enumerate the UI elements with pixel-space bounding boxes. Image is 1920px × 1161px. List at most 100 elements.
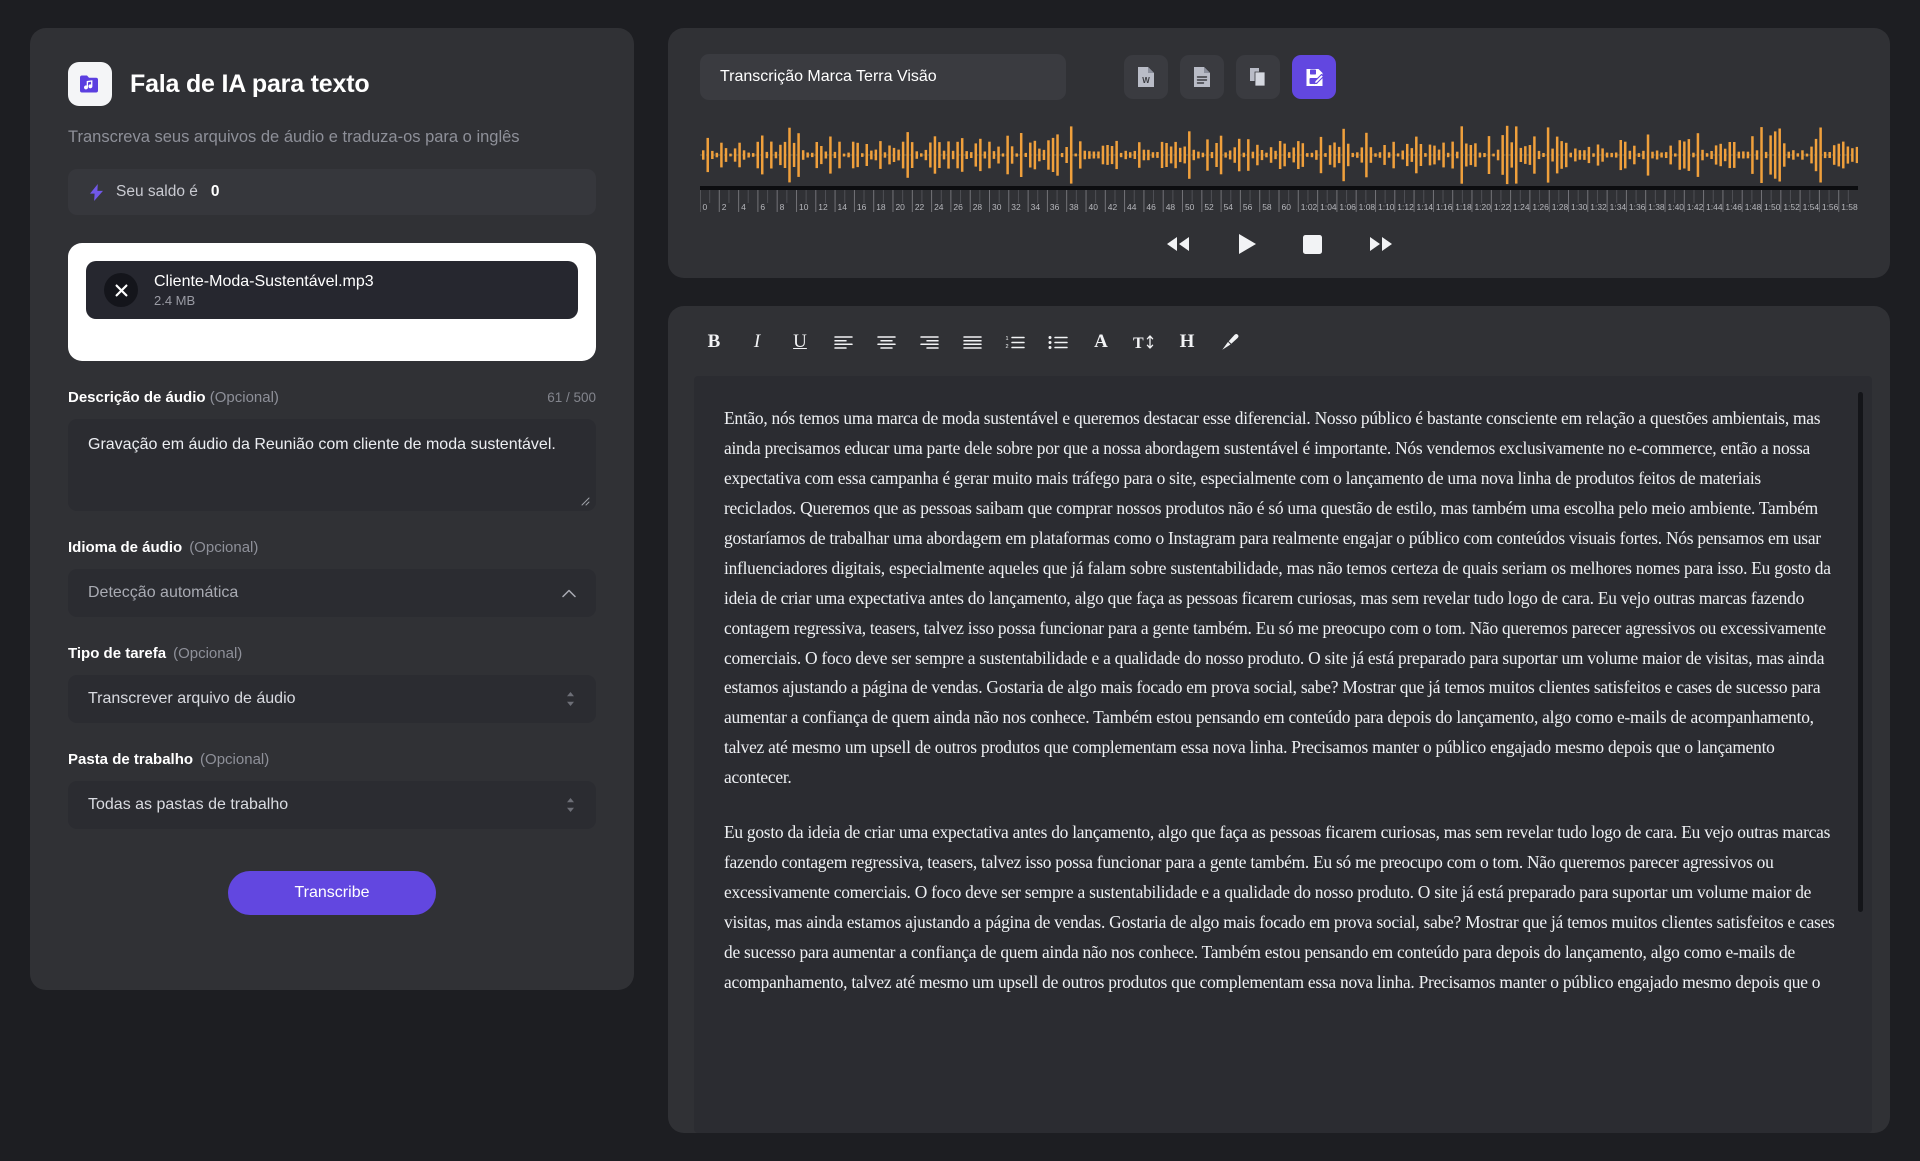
scrollbar-thumb[interactable] — [1858, 392, 1863, 912]
ordered-list-button[interactable]: 1 2 — [997, 326, 1033, 358]
bold-button[interactable]: B — [696, 326, 732, 358]
workspace-select[interactable]: Todas as pastas de trabalho — [68, 781, 596, 829]
play-icon — [1238, 234, 1256, 254]
underline-button[interactable]: U — [782, 326, 818, 358]
svg-text:1:50: 1:50 — [1764, 202, 1781, 212]
fast-forward-icon — [1369, 237, 1392, 251]
chevron-up-icon — [562, 589, 576, 597]
align-justify-button[interactable] — [954, 326, 990, 358]
brand-header: Fala de IA para texto — [68, 62, 596, 106]
audio-player-panel: Transcrição Marca Terra Visão W 0 2 4 6 … — [668, 28, 1890, 278]
svg-text:1:54: 1:54 — [1803, 202, 1820, 212]
transcript-paragraph: Então, nós temos uma marca de moda suste… — [724, 408, 1831, 788]
audio-waveform[interactable] — [700, 124, 1858, 186]
svg-text:36: 36 — [1050, 202, 1060, 212]
transcript-scrollbar[interactable] — [1858, 376, 1863, 1133]
svg-text:1:08: 1:08 — [1359, 202, 1376, 212]
description-input[interactable]: Gravação em áudio da Reunião com cliente… — [68, 419, 596, 511]
svg-text:8: 8 — [780, 202, 785, 212]
transcript-editor-panel: B I U 1 2 A T H Então, nós temos uma mar… — [668, 306, 1890, 1133]
task-label: Tipo de tarefa — [68, 645, 167, 662]
workspace-label: Pasta de trabalho — [68, 751, 194, 768]
svg-text:1:52: 1:52 — [1783, 202, 1800, 212]
export-doc-button[interactable] — [1180, 55, 1224, 99]
forward-button[interactable] — [1367, 234, 1395, 254]
svg-text:1:06: 1:06 — [1339, 202, 1356, 212]
italic-button[interactable]: I — [739, 326, 775, 358]
font-size-icon: T — [1133, 335, 1154, 351]
page-title: Fala de IA para texto — [130, 69, 370, 98]
remove-file-button[interactable] — [104, 273, 138, 307]
transcribe-button[interactable]: Transcribe — [228, 871, 436, 915]
save-edit-button[interactable] — [1292, 55, 1336, 99]
align-right-icon — [919, 335, 939, 349]
balance-value: 0 — [210, 183, 220, 200]
description-value: Gravação em áudio da Reunião com cliente… — [88, 436, 556, 453]
svg-text:1:42: 1:42 — [1687, 202, 1704, 212]
workspace-value: Todas as pastas de trabalho — [88, 796, 289, 813]
svg-text:1:04: 1:04 — [1320, 202, 1337, 212]
svg-text:46: 46 — [1146, 202, 1156, 212]
svg-text:50: 50 — [1185, 202, 1195, 212]
svg-text:24: 24 — [934, 202, 944, 212]
svg-text:28: 28 — [973, 202, 983, 212]
svg-text:44: 44 — [1127, 202, 1137, 212]
align-center-button[interactable] — [868, 326, 904, 358]
export-word-button[interactable]: W — [1124, 55, 1168, 99]
text-color-button[interactable]: A — [1083, 326, 1119, 358]
svg-text:4: 4 — [741, 202, 746, 212]
task-label-row: Tipo de tarefa (Opcional) — [68, 645, 596, 662]
transcript-document[interactable]: Então, nós temos uma marca de moda suste… — [694, 376, 1872, 1133]
timeline-ruler[interactable]: 0 2 4 6 8 10 12 14 16 18 20 22 24 26 28 30 32 34 36 38 40 42 4… — [700, 186, 1858, 212]
export-actions: W — [1124, 55, 1336, 99]
svg-text:1:56: 1:56 — [1822, 202, 1839, 212]
align-left-button[interactable] — [825, 326, 861, 358]
svg-text:6: 6 — [760, 202, 765, 212]
heading-button[interactable]: H — [1169, 326, 1205, 358]
language-select[interactable]: Detecção automática — [68, 569, 596, 617]
stop-button[interactable] — [1302, 234, 1323, 255]
svg-text:22: 22 — [915, 202, 925, 212]
workspace-label-row: Pasta de trabalho (Opcional) — [68, 751, 596, 768]
play-button[interactable] — [1236, 232, 1258, 256]
task-select[interactable]: Transcrever arquivo de áudio — [68, 675, 596, 723]
resize-grip-icon[interactable] — [579, 495, 590, 506]
description-label: Descrição de áudio — [68, 389, 206, 406]
language-value: Detecção automática — [88, 584, 239, 601]
description-optional-tag: (Opcional) — [209, 389, 279, 406]
svg-text:1:16: 1:16 — [1436, 202, 1453, 212]
svg-text:1:48: 1:48 — [1745, 202, 1762, 212]
svg-text:1:32: 1:32 — [1590, 202, 1607, 212]
svg-text:48: 48 — [1166, 202, 1176, 212]
transcript-body[interactable]: Então, nós temos uma marca de moda suste… — [694, 376, 1872, 1133]
file-dropzone[interactable]: Cliente-Moda-Sustentável.mp3 2.4 MB — [68, 243, 596, 361]
page-subtitle: Transcreva seus arquivos de áudio e trad… — [68, 128, 520, 146]
ordered-list-icon: 1 2 — [1006, 336, 1025, 350]
align-right-button[interactable] — [911, 326, 947, 358]
svg-text:1:38: 1:38 — [1648, 202, 1665, 212]
language-label: Idioma de áudio — [68, 539, 183, 556]
svg-text:1:36: 1:36 — [1629, 202, 1646, 212]
svg-text:54: 54 — [1224, 202, 1234, 212]
transcription-title-input[interactable]: Transcrição Marca Terra Visão — [700, 54, 1066, 100]
bullet-list-button[interactable] — [1040, 326, 1076, 358]
svg-text:1:12: 1:12 — [1397, 202, 1414, 212]
align-left-icon — [833, 335, 853, 349]
font-size-button[interactable]: T — [1126, 326, 1162, 358]
svg-text:1:46: 1:46 — [1725, 202, 1742, 212]
svg-text:10: 10 — [799, 202, 809, 212]
description-counter: 61 / 500 — [547, 390, 596, 405]
copy-button[interactable] — [1236, 55, 1280, 99]
rewind-button[interactable] — [1164, 234, 1192, 254]
svg-text:1:14: 1:14 — [1417, 202, 1434, 212]
stop-icon — [1302, 234, 1322, 254]
svg-text:56: 56 — [1243, 202, 1253, 212]
svg-text:1:30: 1:30 — [1571, 202, 1588, 212]
svg-text:58: 58 — [1262, 202, 1272, 212]
svg-text:38: 38 — [1069, 202, 1079, 212]
highlighter-button[interactable] — [1212, 326, 1248, 358]
transcription-form-panel: Fala de IA para texto Transcreva seus ar… — [30, 28, 634, 990]
svg-text:T: T — [1133, 335, 1144, 351]
rewind-icon — [1166, 237, 1189, 251]
app-root: Fala de IA para texto Transcreva seus ar… — [0, 0, 1920, 1161]
